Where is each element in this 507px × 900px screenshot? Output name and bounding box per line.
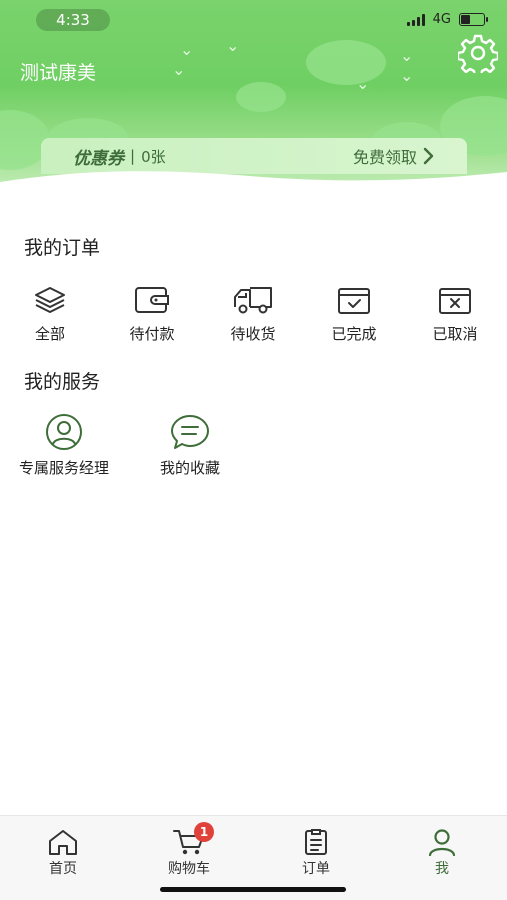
profile-header: ⌄ ⌄ ⌄ ⌄ ⌄ ⌄ 4:33 4G 测试康美 优惠券 | 0张 免费领取 <box>0 0 507 215</box>
bird-icon: ⌄ <box>180 40 194 59</box>
order-all-label: 全部 <box>34 325 65 343</box>
calendar-check-icon <box>338 288 370 314</box>
person-circle-icon <box>46 414 82 450</box>
favorites-label: 我的收藏 <box>159 459 220 477</box>
battery-icon <box>459 13 488 26</box>
home-indicator <box>160 887 346 892</box>
tab-home[interactable]: 首页 <box>18 828 108 878</box>
order-cancelled-label: 已取消 <box>432 325 478 343</box>
tab-me-label: 我 <box>435 861 449 877</box>
header-wave <box>0 171 507 215</box>
decor-blob <box>306 40 386 85</box>
order-cancelled-button[interactable]: 已取消 <box>410 285 500 344</box>
cart-badge: 1 <box>194 822 214 842</box>
gear-icon[interactable] <box>458 33 498 73</box>
order-pending-payment-label: 待付款 <box>129 325 175 343</box>
network-label: 4G <box>432 12 451 27</box>
tab-home-label: 首页 <box>49 861 77 877</box>
home-icon <box>49 830 77 855</box>
service-manager-label: 专属服务经理 <box>18 459 109 477</box>
order-pending-receipt-label: 待收货 <box>230 325 276 343</box>
tab-orders-label: 订单 <box>302 861 330 877</box>
tab-cart[interactable]: 1 购物车 <box>144 822 234 878</box>
services-section-title: 我的服务 <box>24 371 101 393</box>
bird-icon: ⌄ <box>400 66 414 85</box>
wallet-icon <box>135 287 169 313</box>
tab-orders[interactable]: 订单 <box>271 828 361 878</box>
chat-bubble-icon <box>171 415 209 449</box>
calendar-cancel-icon <box>439 288 471 314</box>
order-completed-button[interactable]: 已完成 <box>309 285 399 344</box>
order-completed-label: 已完成 <box>331 325 377 343</box>
order-all-button[interactable]: 全部 <box>5 285 95 344</box>
order-pending-receipt-button[interactable]: 待收货 <box>208 285 298 344</box>
user-icon <box>428 829 456 856</box>
layers-icon <box>35 287 65 313</box>
orders-section-title: 我的订单 <box>24 237 101 259</box>
user-name: 测试康美 <box>20 62 97 84</box>
bird-icon: ⌄ <box>172 60 186 79</box>
truck-icon <box>234 287 272 314</box>
status-time: 4:33 <box>36 9 110 31</box>
service-manager-button[interactable]: 专属服务经理 <box>10 413 118 478</box>
bird-icon: ⌄ <box>226 36 240 55</box>
favorites-button[interactable]: 我的收藏 <box>148 413 232 478</box>
bird-icon: ⌄ <box>356 74 370 93</box>
decor-blob <box>236 82 286 112</box>
status-indicators: 4G <box>406 12 488 27</box>
tab-me[interactable]: 我 <box>397 828 487 878</box>
order-pending-payment-button[interactable]: 待付款 <box>107 285 197 344</box>
tab-cart-label: 购物车 <box>168 861 210 877</box>
signal-icon <box>406 13 425 26</box>
bird-icon: ⌄ <box>400 46 414 65</box>
clipboard-icon <box>305 829 327 855</box>
